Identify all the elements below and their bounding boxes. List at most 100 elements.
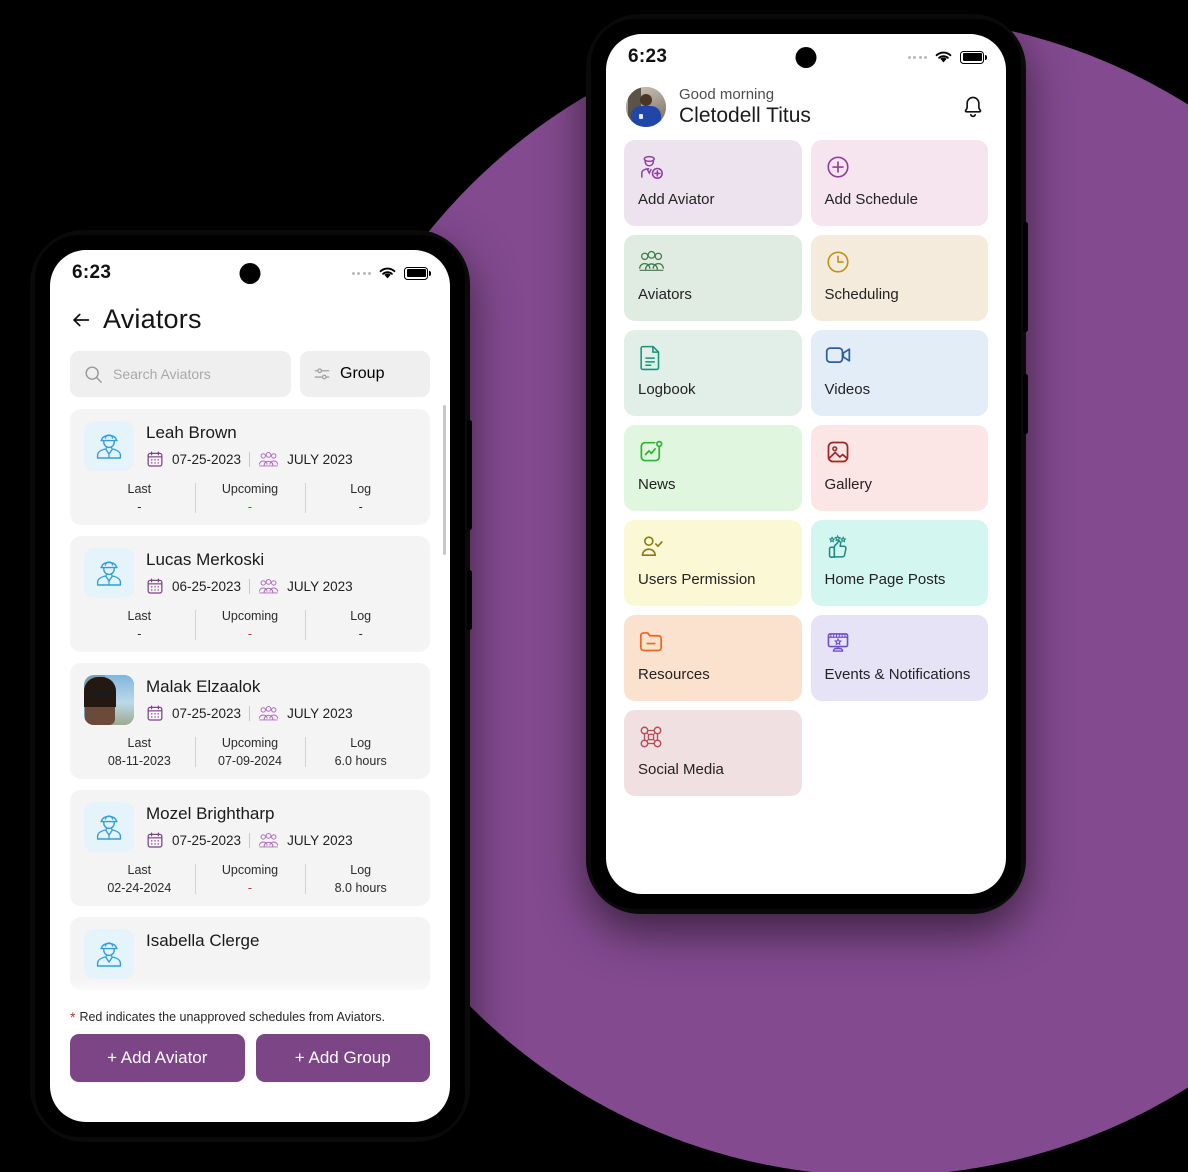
search-input[interactable]: Search Aviators	[70, 351, 291, 397]
aviator-meta: 06-25-2023 JULY 2023	[146, 577, 353, 595]
aviator-group: JULY 2023	[287, 451, 353, 467]
list-fade-overlay	[50, 978, 450, 1004]
stat-label: Last	[127, 863, 152, 877]
volume-button[interactable]	[1023, 222, 1028, 332]
aviator-name: Isabella Clerge	[146, 931, 260, 950]
aviators-header: Aviators	[50, 296, 450, 339]
power-button[interactable]	[467, 570, 472, 630]
tile-users-permission[interactable]: Users Permission	[624, 520, 802, 607]
stat-value: 07-09-2024	[218, 754, 282, 768]
stat-label: Last	[127, 609, 152, 623]
aviator-group: JULY 2023	[287, 705, 353, 721]
aviator-group: JULY 2023	[287, 832, 353, 848]
tile-label: Add Aviator	[638, 191, 715, 209]
volume-button[interactable]	[467, 420, 472, 530]
search-placeholder: Search Aviators	[113, 366, 211, 382]
tile-gallery[interactable]: Gallery	[810, 425, 988, 512]
add-aviator-button[interactable]: + Add Aviator	[70, 1034, 245, 1082]
pilot-icon	[84, 929, 134, 979]
aviator-photo	[84, 675, 134, 725]
group-people-icon	[258, 451, 279, 466]
wifi-icon	[935, 51, 952, 63]
pilot-icon	[84, 548, 134, 598]
search-row: Search Aviators Group	[50, 339, 450, 397]
group-button[interactable]: Group	[300, 351, 430, 397]
stat-value: -	[247, 500, 253, 514]
front-camera-punchhole	[795, 47, 817, 68]
tile-aviators[interactable]: Aviators	[624, 235, 802, 322]
divider	[249, 578, 251, 594]
stat-upcoming: Upcoming -	[194, 863, 306, 895]
power-button[interactable]	[1023, 374, 1028, 434]
stat-label: Log	[350, 863, 372, 877]
tile-social-media[interactable]: Social Media	[624, 710, 802, 797]
group-people-icon	[258, 832, 279, 847]
add-group-button[interactable]: + Add Group	[255, 1034, 430, 1082]
avatar[interactable]	[626, 87, 666, 128]
stat-value: 8.0 hours	[334, 881, 387, 895]
tile-add-aviator[interactable]: Add Aviator	[624, 140, 802, 227]
aviator-date: 07-25-2023	[172, 705, 242, 721]
stat-value: -	[358, 627, 363, 641]
thumbs-up-stars-icon	[825, 534, 975, 564]
add-aviator-icon	[638, 154, 788, 184]
list-item[interactable]: Mozel Brightharp 07-25-2023 JULY 2023 La…	[70, 790, 430, 906]
stat-upcoming: Upcoming -	[194, 609, 306, 641]
greeting-text: Good morning	[679, 86, 775, 103]
tile-label: Scheduling	[824, 286, 899, 304]
tile-label: Add Schedule	[824, 191, 918, 209]
aviator-date: 07-25-2023	[172, 832, 242, 848]
aviator-stats: Last - Upcoming - Log -	[84, 609, 416, 641]
aviator-date: 07-25-2023	[172, 451, 242, 467]
list-item[interactable]: Leah Brown 07-25-2023 JULY 2023 Last - U…	[70, 409, 430, 525]
aviator-name: Leah Brown	[146, 423, 237, 442]
pilot-icon	[84, 421, 134, 471]
divider	[249, 832, 251, 848]
home-header: Good morning Cletodell Titus	[606, 80, 1006, 140]
search-icon	[85, 365, 102, 383]
front-camera-punchhole	[239, 263, 261, 284]
phone-device-aviators: 6:23 Aviators Search Aviators Group Leah…	[30, 230, 472, 1142]
group-people-icon	[258, 578, 279, 593]
scrollbar-thumb[interactable]	[443, 405, 446, 555]
aviators-list[interactable]: Leah Brown 07-25-2023 JULY 2023 Last - U…	[50, 397, 450, 1004]
list-item[interactable]: Malak Elzaalok 07-25-2023 JULY 2023 Last…	[70, 663, 430, 779]
footnote: * Red indicates the unapproved schedules…	[50, 1004, 450, 1024]
stat-label: Log	[350, 609, 372, 623]
stat-log: Log 8.0 hours	[305, 863, 416, 895]
tile-videos[interactable]: Videos	[810, 330, 988, 417]
notification-bell-icon[interactable]	[960, 94, 986, 120]
filter-sliders-icon	[314, 368, 330, 380]
stat-value: -	[247, 627, 253, 641]
folder-minus-icon	[638, 629, 788, 659]
stat-last: Last 08-11-2023	[84, 736, 195, 768]
aviator-meta: 07-25-2023 JULY 2023	[146, 704, 353, 722]
video-camera-icon	[825, 344, 975, 374]
aviator-name: Malak Elzaalok	[146, 677, 261, 696]
group-people-icon	[258, 705, 279, 720]
tile-home-page-posts[interactable]: Home Page Posts	[810, 520, 988, 607]
aviator-stats: Last 08-11-2023 Upcoming 07-09-2024 Log …	[84, 736, 416, 768]
aviator-name: Mozel Brightharp	[146, 804, 275, 823]
home-tile-grid: Add Aviator Add Schedule Aviators Schedu…	[606, 140, 1006, 797]
greeting-block: Good morning Cletodell Titus	[679, 86, 811, 128]
tile-scheduling[interactable]: Scheduling	[810, 235, 988, 322]
footnote-text: Red indicates the unapproved schedules f…	[79, 1010, 385, 1024]
tile-resources[interactable]: Resources	[624, 615, 802, 702]
tile-label: Home Page Posts	[824, 571, 946, 589]
back-arrow-icon[interactable]	[70, 309, 92, 331]
stat-last: Last -	[84, 482, 195, 514]
tile-add-schedule[interactable]: Add Schedule	[810, 140, 988, 227]
plus-circle-icon	[825, 154, 975, 184]
tile-news[interactable]: News	[624, 425, 802, 512]
status-time: 6:23	[628, 46, 668, 67]
list-item[interactable]: Lucas Merkoski 06-25-2023 JULY 2023 Last…	[70, 536, 430, 652]
tile-label: Gallery	[824, 476, 873, 494]
calendar-icon	[147, 705, 163, 721]
news-chart-icon	[638, 439, 788, 469]
tile-logbook[interactable]: Logbook	[624, 330, 802, 417]
status-time: 6:23	[72, 262, 112, 283]
stat-value: -	[247, 881, 253, 895]
asterisk: *	[70, 1009, 76, 1025]
tile-events-notifications[interactable]: Events & Notifications	[810, 615, 988, 702]
